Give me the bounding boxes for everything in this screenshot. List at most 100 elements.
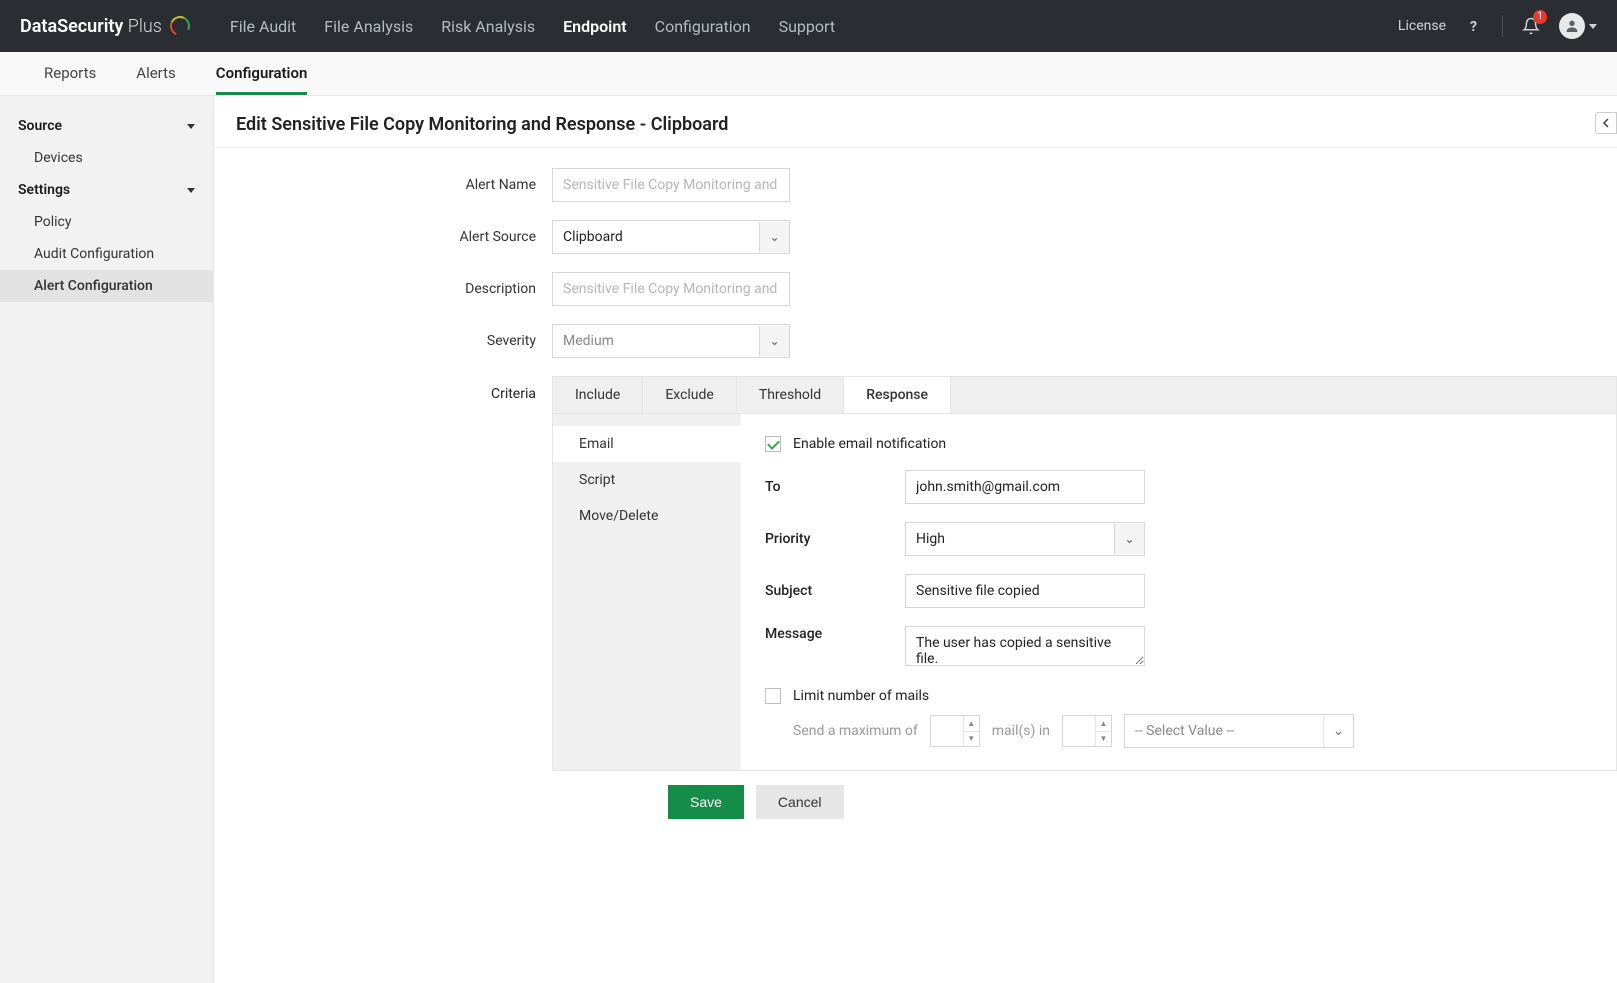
sub-tabs: Reports Alerts Configuration — [0, 52, 1617, 96]
row-priority: Priority High ⌄ — [765, 522, 1592, 556]
sidebar-group-source[interactable]: Source — [0, 110, 213, 142]
mails-in-input[interactable] — [1063, 716, 1095, 746]
notification-badge: 1 — [1533, 10, 1547, 24]
row-alert-source: Alert Source Clipboard ⌄ — [214, 220, 1617, 254]
label-alert-name: Alert Name — [214, 177, 552, 193]
alert-name-input[interactable] — [552, 168, 790, 202]
nav-support[interactable]: Support — [779, 17, 835, 36]
limit-unit-select[interactable]: -- Select Value -- ⌄ — [1124, 714, 1354, 748]
row-alert-name: Alert Name — [214, 168, 1617, 202]
svg-text:?: ? — [1470, 19, 1477, 34]
layout: Source Devices Settings Policy Audit Con… — [0, 96, 1617, 983]
label-subject: Subject — [765, 583, 905, 599]
topbar-right: License ? 1 — [1398, 15, 1597, 37]
limit-mails-row: Limit number of mails — [765, 688, 1592, 704]
label-to: To — [765, 479, 905, 495]
nav-risk-analysis[interactable]: Risk Analysis — [441, 17, 535, 36]
label-alert-source: Alert Source — [214, 229, 552, 245]
priority-select[interactable]: High ⌄ — [905, 522, 1145, 556]
mails-in-stepper[interactable]: ▲ ▼ — [1062, 715, 1112, 747]
response-side-email[interactable]: Email — [553, 426, 741, 462]
sidebar-group-settings[interactable]: Settings — [0, 174, 213, 206]
response-side-move-delete[interactable]: Move/Delete — [553, 498, 741, 534]
chevron-down-icon: ⌄ — [759, 222, 789, 252]
label-criteria: Criteria — [214, 376, 552, 771]
sidebar-item-devices[interactable]: Devices — [0, 142, 213, 174]
limit-mails-checkbox[interactable] — [765, 688, 781, 704]
response-side-nav: Email Script Move/Delete — [553, 414, 741, 770]
alert-source-select[interactable]: Clipboard ⌄ — [552, 220, 790, 254]
chevron-down-icon — [187, 124, 195, 129]
chevron-down-icon: ⌄ — [759, 326, 789, 356]
criteria-tab-threshold[interactable]: Threshold — [737, 377, 844, 413]
row-message: Message — [765, 626, 1592, 670]
save-button[interactable]: Save — [668, 785, 744, 819]
label-description: Description — [214, 281, 552, 297]
sidebar-item-policy[interactable]: Policy — [0, 206, 213, 238]
to-input[interactable] — [905, 470, 1145, 504]
license-link[interactable]: License — [1398, 18, 1446, 34]
main: Edit Sensitive File Copy Monitoring and … — [214, 96, 1617, 983]
step-up-icon[interactable]: ▲ — [1096, 716, 1111, 732]
criteria-tab-exclude[interactable]: Exclude — [643, 377, 737, 413]
nav-file-analysis[interactable]: File Analysis — [324, 17, 413, 36]
max-mails-stepper[interactable]: ▲ ▼ — [930, 715, 980, 747]
form-area: Alert Name Alert Source Clipboard ⌄ Desc… — [214, 148, 1617, 819]
step-down-icon[interactable]: ▼ — [1096, 732, 1111, 747]
subtab-configuration[interactable]: Configuration — [216, 52, 308, 95]
max-mails-input[interactable] — [931, 716, 963, 746]
stepper-arrows: ▲ ▼ — [963, 716, 979, 746]
sidebar-group-source-label: Source — [18, 118, 62, 134]
cancel-button[interactable]: Cancel — [756, 785, 844, 819]
severity-select[interactable]: Medium ⌄ — [552, 324, 790, 358]
row-subject: Subject — [765, 574, 1592, 608]
limit-mails-config: Send a maximum of ▲ ▼ mail(s) in — [765, 714, 1592, 748]
nav-configuration[interactable]: Configuration — [655, 17, 751, 36]
topbar: DataSecurity Plus File Audit File Analys… — [0, 0, 1617, 52]
top-nav: File Audit File Analysis Risk Analysis E… — [230, 17, 1398, 36]
severity-value: Medium — [553, 325, 759, 357]
notification-icon[interactable]: 1 — [1521, 16, 1541, 36]
chevron-down-icon — [1589, 24, 1597, 29]
label-message: Message — [765, 626, 905, 642]
description-input[interactable] — [552, 272, 790, 306]
stepper-arrows: ▲ ▼ — [1095, 716, 1111, 746]
enable-email-row: Enable email notification — [765, 436, 1592, 452]
row-to: To — [765, 470, 1592, 504]
response-side-script[interactable]: Script — [553, 462, 741, 498]
alert-source-value: Clipboard — [553, 221, 759, 253]
row-severity: Severity Medium ⌄ — [214, 324, 1617, 358]
nav-endpoint[interactable]: Endpoint — [563, 17, 627, 36]
sidebar-item-audit-configuration[interactable]: Audit Configuration — [0, 238, 213, 270]
limit-text-a: Send a maximum of — [793, 723, 918, 739]
limit-unit-placeholder: -- Select Value -- — [1125, 715, 1323, 747]
user-menu[interactable] — [1559, 16, 1597, 36]
chevron-down-icon: ⌄ — [1114, 524, 1144, 554]
response-content: Enable email notification To Priority — [741, 414, 1616, 770]
collapse-panel-button[interactable] — [1595, 112, 1617, 134]
label-severity: Severity — [214, 333, 552, 349]
subtab-alerts[interactable]: Alerts — [136, 52, 176, 95]
step-down-icon[interactable]: ▼ — [964, 732, 979, 747]
enable-email-checkbox[interactable] — [765, 436, 781, 452]
brand-name-b: Plus — [123, 16, 162, 37]
criteria-container: Include Exclude Threshold Response Email… — [552, 376, 1617, 771]
nav-file-audit[interactable]: File Audit — [230, 17, 296, 36]
row-description: Description — [214, 272, 1617, 306]
enable-email-label: Enable email notification — [793, 436, 946, 452]
help-icon[interactable]: ? — [1464, 16, 1484, 36]
sidebar-group-settings-label: Settings — [18, 182, 70, 198]
label-priority: Priority — [765, 531, 905, 547]
message-textarea[interactable] — [905, 626, 1145, 666]
brand-name-a: DataSecurity — [20, 16, 123, 37]
criteria-panel: Email Script Move/Delete Enable email no… — [552, 413, 1617, 771]
subject-input[interactable] — [905, 574, 1145, 608]
criteria-tab-include[interactable]: Include — [553, 377, 643, 413]
criteria-tab-response[interactable]: Response — [844, 377, 951, 413]
page-title-row: Edit Sensitive File Copy Monitoring and … — [214, 96, 1617, 148]
sidebar-item-alert-configuration[interactable]: Alert Configuration — [0, 270, 213, 302]
subtab-reports[interactable]: Reports — [44, 52, 96, 95]
criteria-tabs: Include Exclude Threshold Response — [552, 376, 1617, 413]
step-up-icon[interactable]: ▲ — [964, 716, 979, 732]
brand-logo: DataSecurity Plus — [20, 16, 190, 37]
